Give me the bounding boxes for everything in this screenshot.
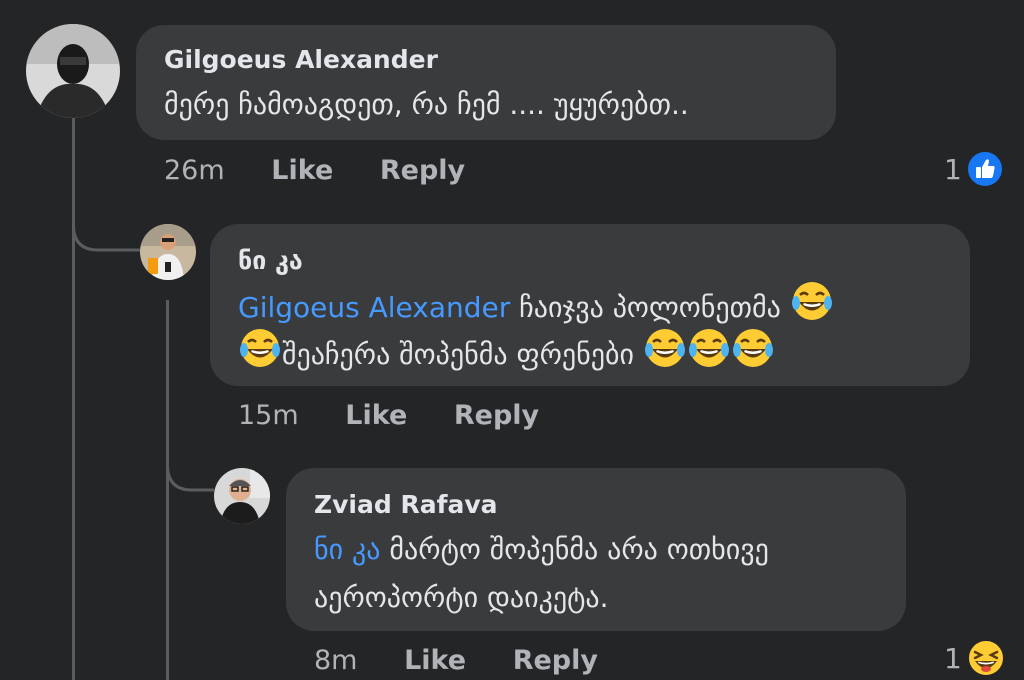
comment-text-line-2: აეროპორტი დაიკეტა. [314, 581, 609, 614]
comment-meta-1: 26m Like Reply [164, 155, 465, 186]
laughing-tears-emoji-icon [790, 279, 834, 339]
comment-bubble-3: Zviad Rafava ნი კა მარტო შოპენმა არა ოთხ… [286, 468, 906, 631]
comment-author[interactable]: Zviad Rafava [314, 490, 498, 519]
like-button[interactable]: Like [271, 155, 333, 186]
comment-text: ჩაიჯვა პოლონეთმა [510, 291, 790, 324]
laughing-tears-emoji-icon [643, 326, 687, 386]
reaction-count: 1 [944, 641, 962, 675]
reaction-summary-1[interactable]: 1 [944, 150, 1004, 188]
comment-author[interactable]: ნი კა [238, 246, 303, 275]
haha-icon [966, 639, 1005, 677]
avatar-zviad[interactable] [214, 468, 270, 524]
laughing-tears-emoji-icon [731, 326, 775, 386]
comment-bubble-1: Gilgoeus Alexander მერე ჩამოაგდეთ, რა ჩე… [136, 25, 836, 140]
comment-text-line-2: შეაჩერა შოპენმა ფრენები [238, 326, 775, 386]
like-button[interactable]: Like [345, 400, 407, 431]
reply-button[interactable]: Reply [380, 155, 465, 186]
thread-curve-2 [166, 450, 214, 492]
reaction-count: 1 [944, 152, 962, 186]
comment-author[interactable]: Gilgoeus Alexander [164, 45, 438, 74]
comment-time[interactable]: 15m [238, 400, 299, 431]
comment-bubble-2: ნი კა Gilgoeus Alexander ჩაიჯვა პოლონეთმ… [210, 224, 970, 386]
mention-link[interactable]: Gilgoeus Alexander [238, 291, 510, 324]
laughing-tears-emoji-icon [238, 326, 282, 386]
comment-meta-3: 8m Like Reply [314, 645, 598, 676]
avatar-gilgoeus[interactable] [26, 24, 120, 118]
comment-text-line-1: ნი კა მარტო შოპენმა არა ოთხივე [314, 525, 769, 575]
like-icon [965, 150, 1004, 188]
like-button[interactable]: Like [404, 645, 466, 676]
mention-link[interactable]: ნი კა [314, 533, 381, 566]
reply-button[interactable]: Reply [454, 400, 539, 431]
comment-text: შეაჩერა შოპენმა ფრენები [282, 338, 643, 371]
comment-text: მერე ჩამოაგდეთ, რა ჩემ .... უყურებთ.. [164, 88, 689, 121]
comment-time[interactable]: 8m [314, 645, 357, 676]
reply-button[interactable]: Reply [513, 645, 598, 676]
laughing-tears-emoji-icon [687, 326, 731, 386]
comment-text: მარტო შოპენმა არა ოთხივე [380, 533, 769, 566]
comment-meta-2: 15m Like Reply [238, 400, 539, 431]
reaction-summary-3[interactable]: 1 [944, 638, 1006, 678]
avatar-nika[interactable] [140, 224, 196, 280]
comment-thread: Gilgoeus Alexander მერე ჩამოაგდეთ, რა ჩე… [0, 0, 1024, 680]
comment-time[interactable]: 26m [164, 155, 225, 186]
thread-curve-1 [72, 205, 140, 252]
